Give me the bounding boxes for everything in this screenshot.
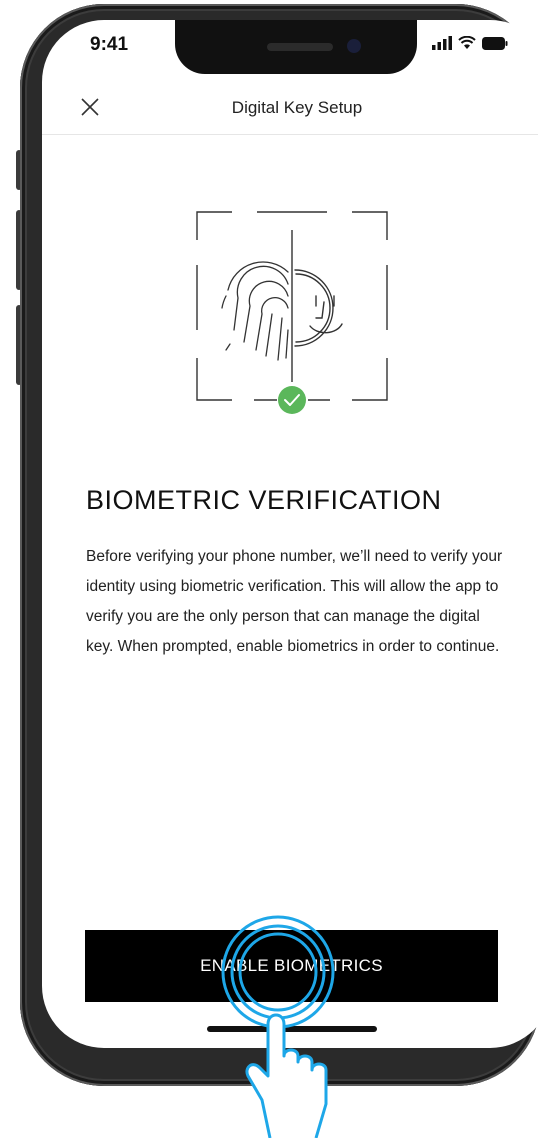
face-id-icon [294, 269, 343, 347]
nav-header: Digital Key Setup [42, 86, 538, 135]
cellular-signal-icon [432, 36, 452, 50]
device-mockup: 9:41 Digital Key Setup BIOMETRIC VERIFIC… [0, 0, 538, 1138]
section-heading: BIOMETRIC VERIFICATION [86, 485, 442, 515]
speaker-grille [267, 43, 333, 51]
description-text: Before verifying your phone number, we’l… [86, 548, 503, 655]
check-badge-icon [278, 386, 306, 414]
notch [175, 20, 417, 74]
fingerprint-icon [221, 261, 289, 361]
wifi-icon [458, 36, 476, 49]
battery-icon [482, 36, 508, 50]
biometric-illustration [196, 211, 388, 414]
phone-screen: 9:41 Digital Key Setup BIOMETRIC VERIFIC… [42, 20, 538, 1048]
status-icons [432, 36, 508, 50]
page-title: Digital Key Setup [231, 98, 363, 117]
front-camera [347, 39, 361, 53]
enable-biometrics-button[interactable]: ENABLE BIOMETRICS [85, 930, 498, 1002]
home-indicator [207, 1026, 377, 1032]
status-time: 9:41 [90, 34, 129, 55]
